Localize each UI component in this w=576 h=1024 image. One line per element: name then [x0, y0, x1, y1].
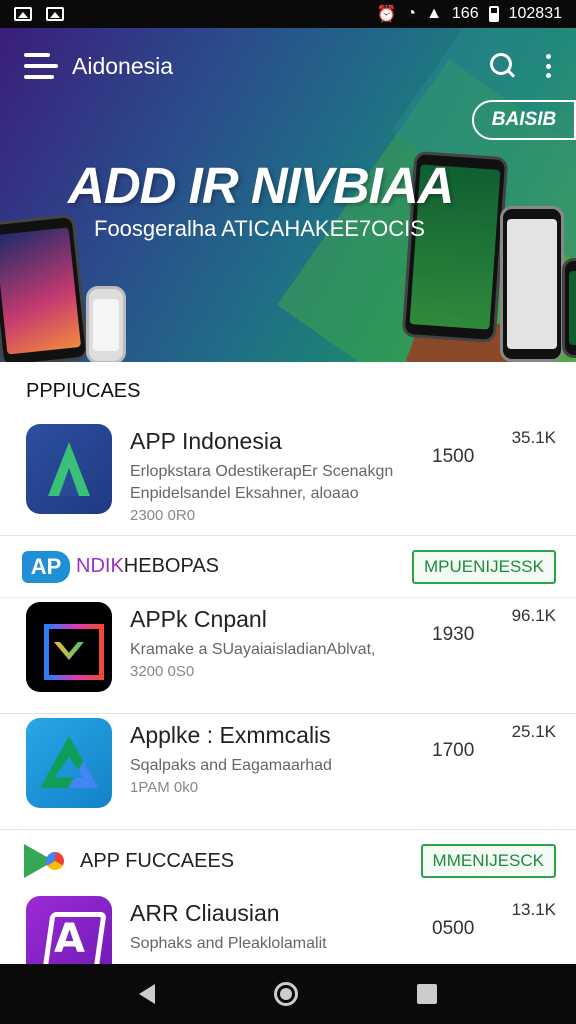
app-size: 35.1K: [511, 428, 556, 447]
app-icon[interactable]: [26, 424, 112, 514]
app-count: 1930: [432, 624, 475, 645]
battery-icon: [488, 6, 499, 22]
app-meta: 3200 0S0: [130, 663, 195, 680]
status-notifications: [14, 7, 64, 21]
app-description: Erlopkstara OdestikerapEr Scenakgn: [130, 463, 394, 480]
app-count: 1700: [432, 740, 475, 761]
promo-bar: AP NDIKHEBOPAS MPUENIJESSK: [0, 536, 576, 598]
app-description: Kramake a SUayaiaisladianAblvat,: [130, 641, 376, 658]
app-size: 25.1K: [511, 722, 556, 741]
app-bar: Aidonesia: [0, 28, 576, 104]
phone-illustration: [562, 258, 576, 358]
list-item[interactable]: APPk Cnpanl Kramake a SUayaiaisladianAbl…: [0, 598, 576, 714]
app-description: Sqalpaks and Eagamaarhad: [130, 757, 332, 774]
promo-title: NDIKHEBOPAS: [76, 555, 219, 578]
promo-title-accent: NDIK: [76, 555, 124, 577]
ap-logo-icon: AP: [22, 550, 70, 583]
status-indicators: ⏰ ◔ ▲ 166 102831: [376, 4, 562, 24]
app-title: Aidonesia: [72, 52, 174, 79]
app-info: APP Indonesia Erlopkstara OdestikerapEr …: [130, 424, 552, 524]
hero-banner[interactable]: Aidonesia BAISIB ADD IR NIVBIAA Foosgera…: [0, 28, 576, 362]
app-icon[interactable]: [26, 896, 112, 964]
system-nav-bar: [0, 964, 576, 1024]
app-bar-actions: [490, 53, 552, 79]
app-description: Sophaks and Pleaklolamalit: [130, 935, 327, 952]
promo-button[interactable]: MMENIJESCK: [420, 844, 556, 878]
phone-illustration: [500, 206, 564, 362]
promo-bar: APP FUCCAEES MMENIJESCK: [0, 830, 576, 892]
app-count: 0500: [432, 918, 475, 939]
home-icon[interactable]: [273, 982, 298, 1006]
app-list[interactable]: PPPIUCAES APP Indonesia Erlopkstara Odes…: [0, 362, 576, 964]
phone-illustration: [0, 213, 90, 362]
app-info: ARR Cliausian Sophaks and Pleaklolamalit: [130, 896, 552, 955]
status-bar: ⏰ ◔ ▲ 166 102831: [0, 0, 576, 28]
recents-icon[interactable]: [416, 984, 437, 1004]
gallery-icon: [46, 7, 64, 21]
image-icon: [14, 7, 32, 21]
app-count: 1500: [432, 446, 475, 467]
alarm-icon: ⏰: [376, 6, 397, 23]
app-size: 96.1K: [511, 606, 556, 625]
promo-button[interactable]: MPUENIJESSK: [412, 549, 556, 584]
hero-subtitle: Foosgeralha ATICAHAKEE7OCIS: [94, 216, 425, 241]
section-heading: PPPIUCAES: [26, 380, 141, 402]
app-name: APPk Cnpanl: [130, 606, 267, 632]
wifi-icon: ◔: [406, 5, 417, 22]
search-icon[interactable]: [490, 53, 516, 79]
list-item[interactable]: ARR Cliausian Sophaks and Pleaklolamalit…: [0, 892, 576, 964]
app-info: Applke : Exmmcalis Sqalpaks and Eagamaar…: [130, 718, 552, 796]
promo-title-rest: HEBOPAS: [123, 555, 220, 577]
signal-icon: ▲: [426, 5, 442, 22]
clock: 102831: [508, 5, 562, 22]
app-description: Enpidelsandel Eksahner, aloaao: [130, 485, 359, 502]
play-store-icon: [22, 844, 70, 878]
app-size: 13.1K: [511, 900, 556, 919]
phone-illustration: [86, 286, 126, 362]
hero-badge[interactable]: BAISIB: [472, 100, 576, 140]
app-info: APPk Cnpanl Kramake a SUayaiaisladianAbl…: [130, 602, 552, 680]
app-meta: 1PAM 0k0: [130, 779, 199, 796]
app-name: Applke : Exmmcalis: [130, 722, 331, 748]
app-icon[interactable]: [26, 718, 112, 808]
app-icon[interactable]: [26, 602, 112, 692]
back-icon[interactable]: [139, 984, 156, 1004]
menu-icon[interactable]: [24, 53, 58, 79]
hero-title: ADD IR NIVBIAA: [68, 157, 455, 214]
app-meta: 2300 0R0: [130, 507, 196, 524]
promo-title: APP FUCCAEES: [80, 849, 235, 872]
app-name: ARR Cliausian: [130, 900, 280, 926]
signal-value: 166: [451, 5, 479, 22]
app-name: APP Indonesia: [130, 428, 282, 454]
list-item[interactable]: Applke : Exmmcalis Sqalpaks and Eagamaar…: [0, 714, 576, 830]
list-item[interactable]: APP Indonesia Erlopkstara OdestikerapEr …: [0, 420, 576, 536]
more-vert-icon[interactable]: [546, 54, 552, 78]
